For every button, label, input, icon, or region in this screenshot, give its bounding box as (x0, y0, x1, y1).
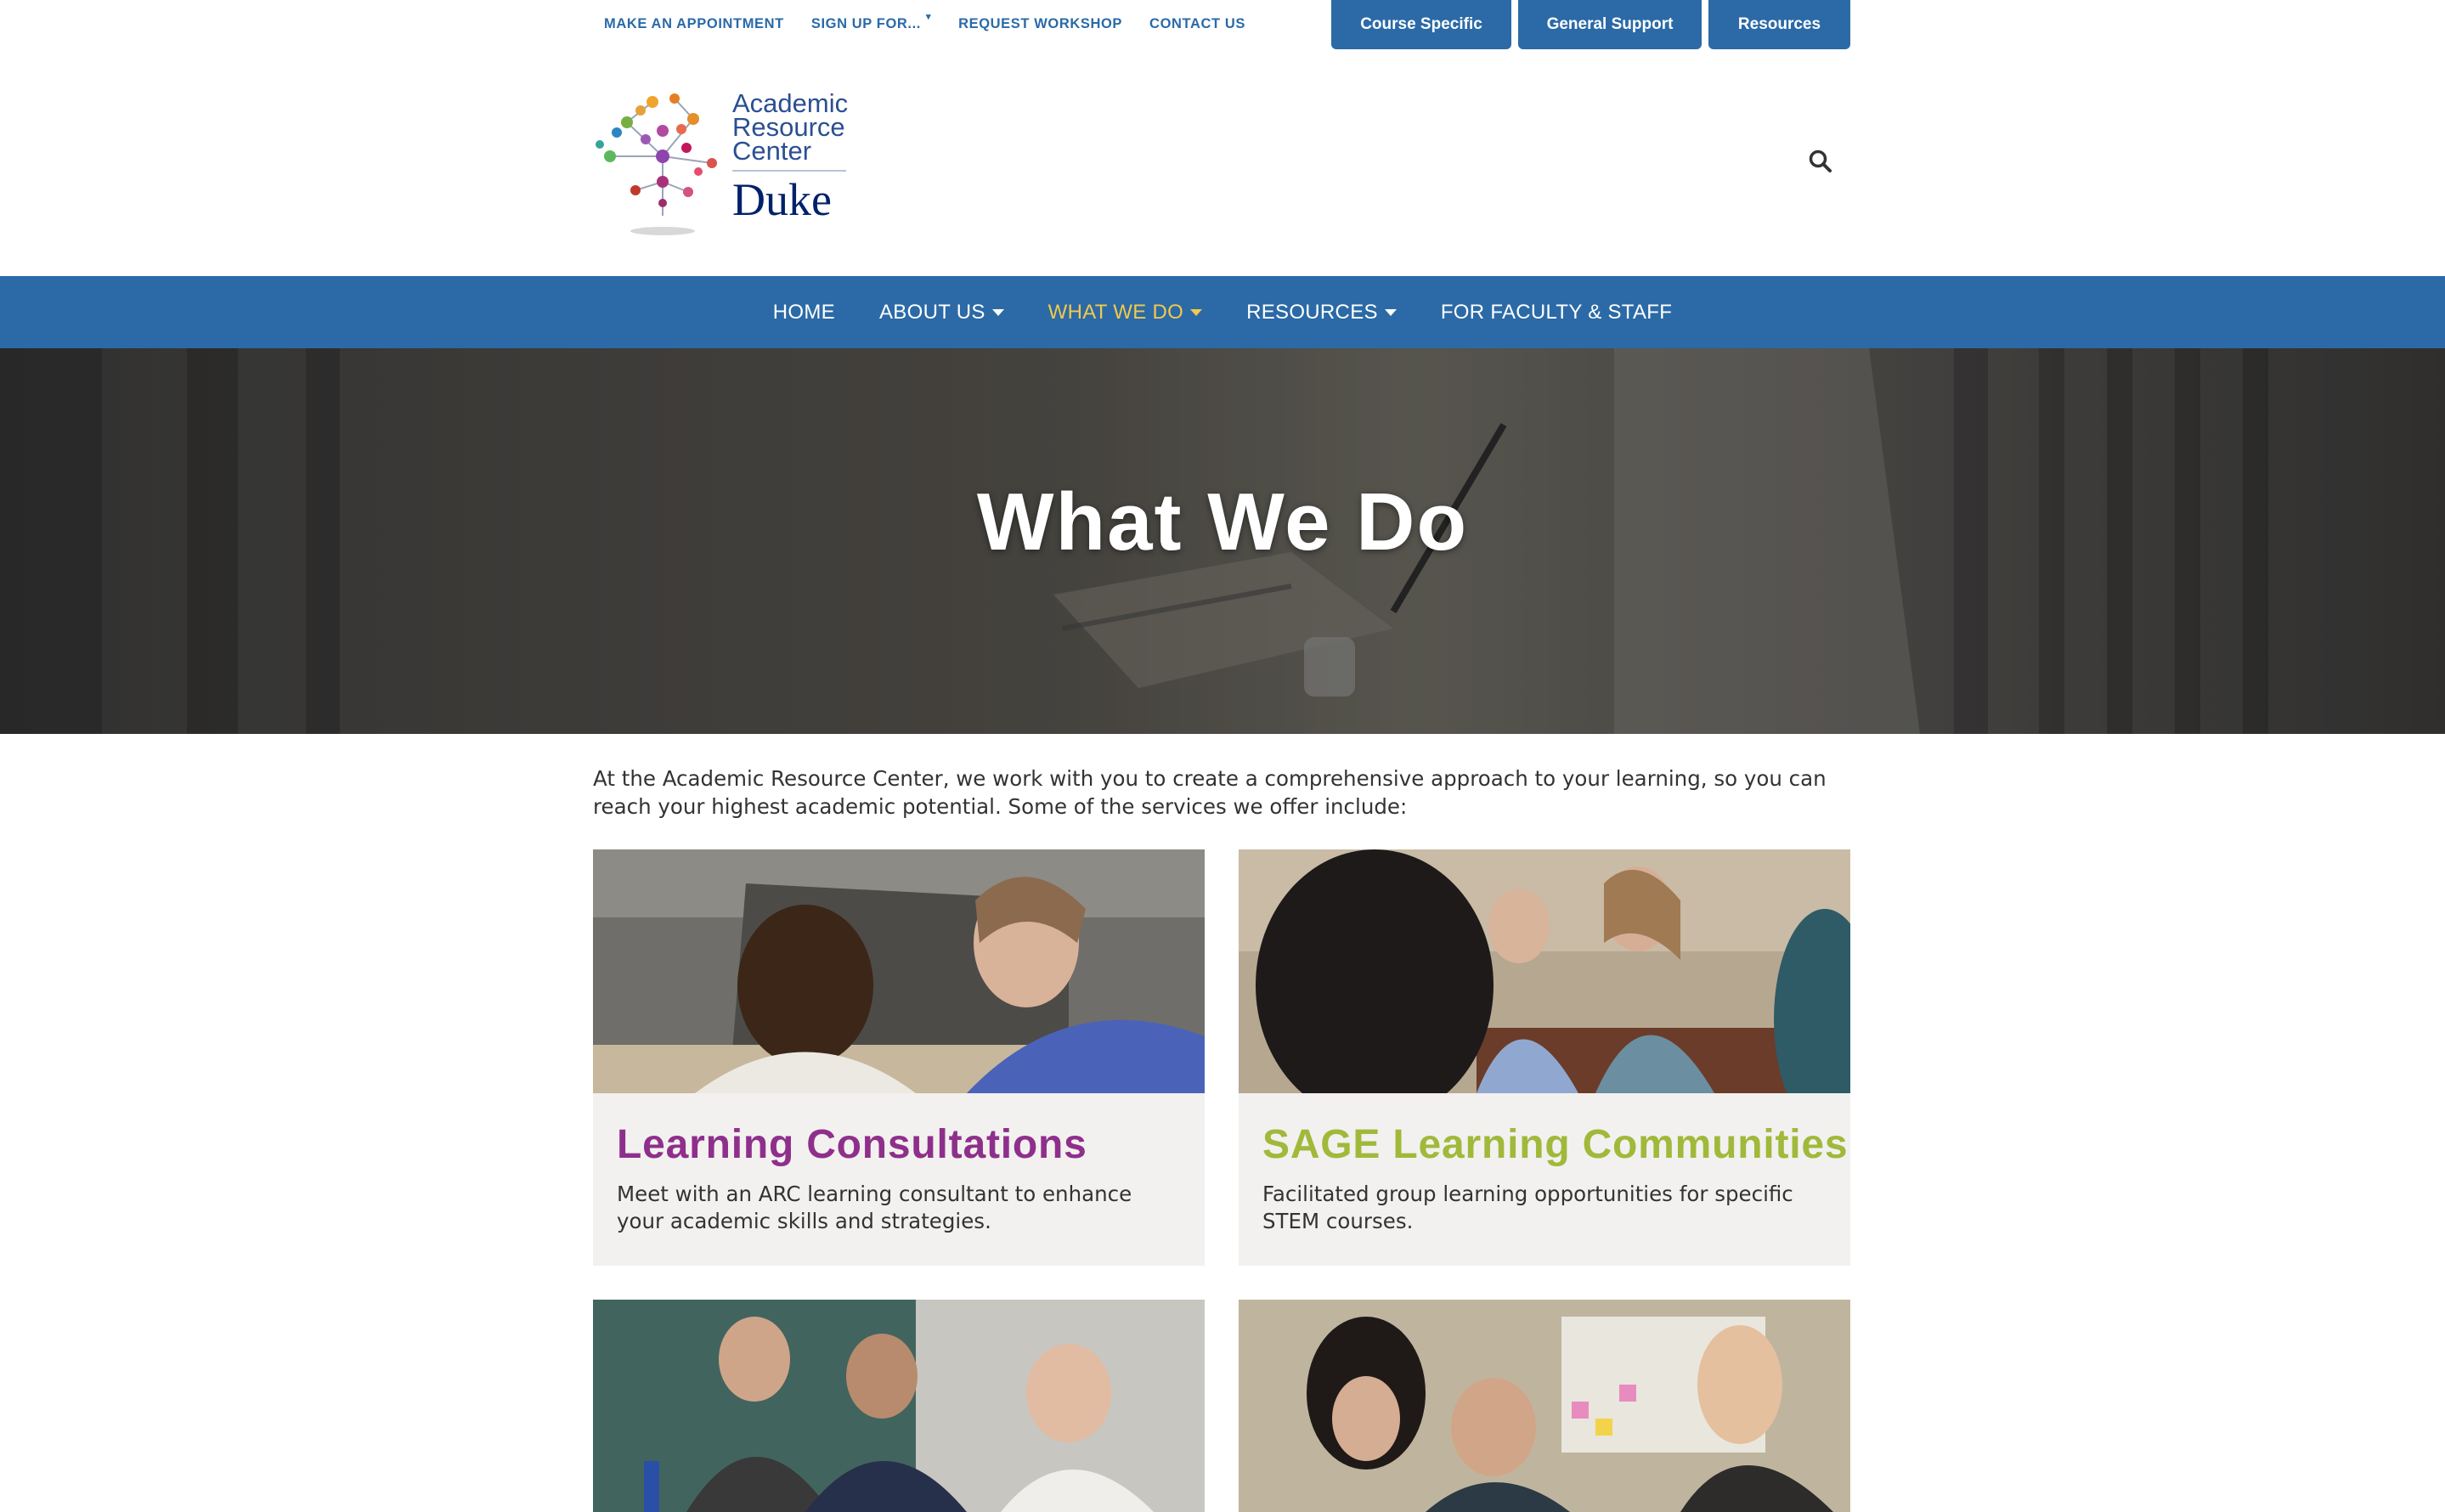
logo-text: Academic Resource Center (732, 90, 848, 166)
make-appointment-link[interactable]: MAKE AN APPOINTMENT (604, 16, 784, 32)
logo-line-center: Center (732, 136, 812, 166)
caret-down-icon (1190, 308, 1203, 316)
card-title[interactable]: SAGE Learning Communities (1262, 1121, 1848, 1168)
course-specific-button[interactable]: Course Specific (1331, 0, 1511, 49)
nav-label: WHAT WE DO (1047, 300, 1184, 324)
request-workshop-link[interactable]: REQUEST WORKSHOP (958, 16, 1122, 32)
group-photo (1239, 849, 1850, 1093)
card-lower-left[interactable] (593, 1300, 1205, 1512)
site-logo[interactable]: Academic Resource Center Duke (593, 88, 848, 240)
card-learning-consultations[interactable]: Learning Consultations Meet with an ARC … (593, 849, 1205, 1266)
contact-us-link[interactable]: CONTACT US (1149, 16, 1245, 32)
caret-down-icon (1384, 308, 1397, 316)
sign-up-label: SIGN UP FOR... (810, 15, 921, 31)
card-lower-right[interactable] (1239, 1300, 1850, 1512)
caret-down-icon (991, 308, 1004, 316)
caret-down-icon: ▾ (925, 11, 932, 22)
utility-nav: MAKE AN APPOINTMENT SIGN UP FOR... ▾ REQU… (604, 0, 1245, 48)
nav-label: ABOUT US (878, 300, 985, 324)
card-description: Facilitated group learning opportunities… (1262, 1182, 1793, 1233)
sign-up-link[interactable]: SIGN UP FOR... ▾ (810, 12, 931, 32)
nav-item-home[interactable]: HOME (773, 301, 835, 324)
students-laptop-photo (593, 1300, 1205, 1512)
nav-label: HOME (772, 300, 835, 324)
general-support-button[interactable]: General Support (1518, 0, 1702, 49)
nav-item-resources[interactable]: RESOURCES (1246, 301, 1397, 324)
nav-item-faculty-staff[interactable]: FOR FACULTY & STAFF (1441, 301, 1672, 324)
nav-label: FOR FACULTY & STAFF (1440, 300, 1673, 324)
nav-label: RESOURCES (1246, 300, 1378, 324)
card-sage-learning-communities[interactable]: SAGE Learning Communities Facilitated gr… (1239, 849, 1850, 1266)
resources-button[interactable]: Resources (1708, 0, 1850, 49)
card-title[interactable]: Learning Consultations (617, 1121, 1087, 1168)
utility-buttons: Course Specific General Support Resource… (1331, 0, 1850, 49)
card-photo (593, 849, 1205, 1093)
nav-item-what-we-do[interactable]: WHAT WE DO (1047, 300, 1203, 324)
main-nav: HOME ABOUT US WHAT WE DO RESOURCES FOR F… (0, 276, 2445, 348)
page-title: What We Do (976, 477, 1469, 567)
card-description: Meet with an ARC learning consultant to … (617, 1182, 1132, 1233)
logo-tree-icon (596, 93, 717, 235)
card-photo (1239, 849, 1850, 1093)
students-classroom-photo (1239, 1300, 1850, 1512)
hero-banner: What We Do (0, 348, 2445, 734)
students-photo (593, 849, 1205, 1093)
logo-duke: Duke (732, 174, 832, 225)
logo-divider (732, 170, 846, 172)
search-icon[interactable] (1808, 149, 1833, 174)
intro-text: At the Academic Resource Center, we work… (593, 766, 1827, 819)
nav-item-about-us[interactable]: ABOUT US (879, 301, 1004, 324)
